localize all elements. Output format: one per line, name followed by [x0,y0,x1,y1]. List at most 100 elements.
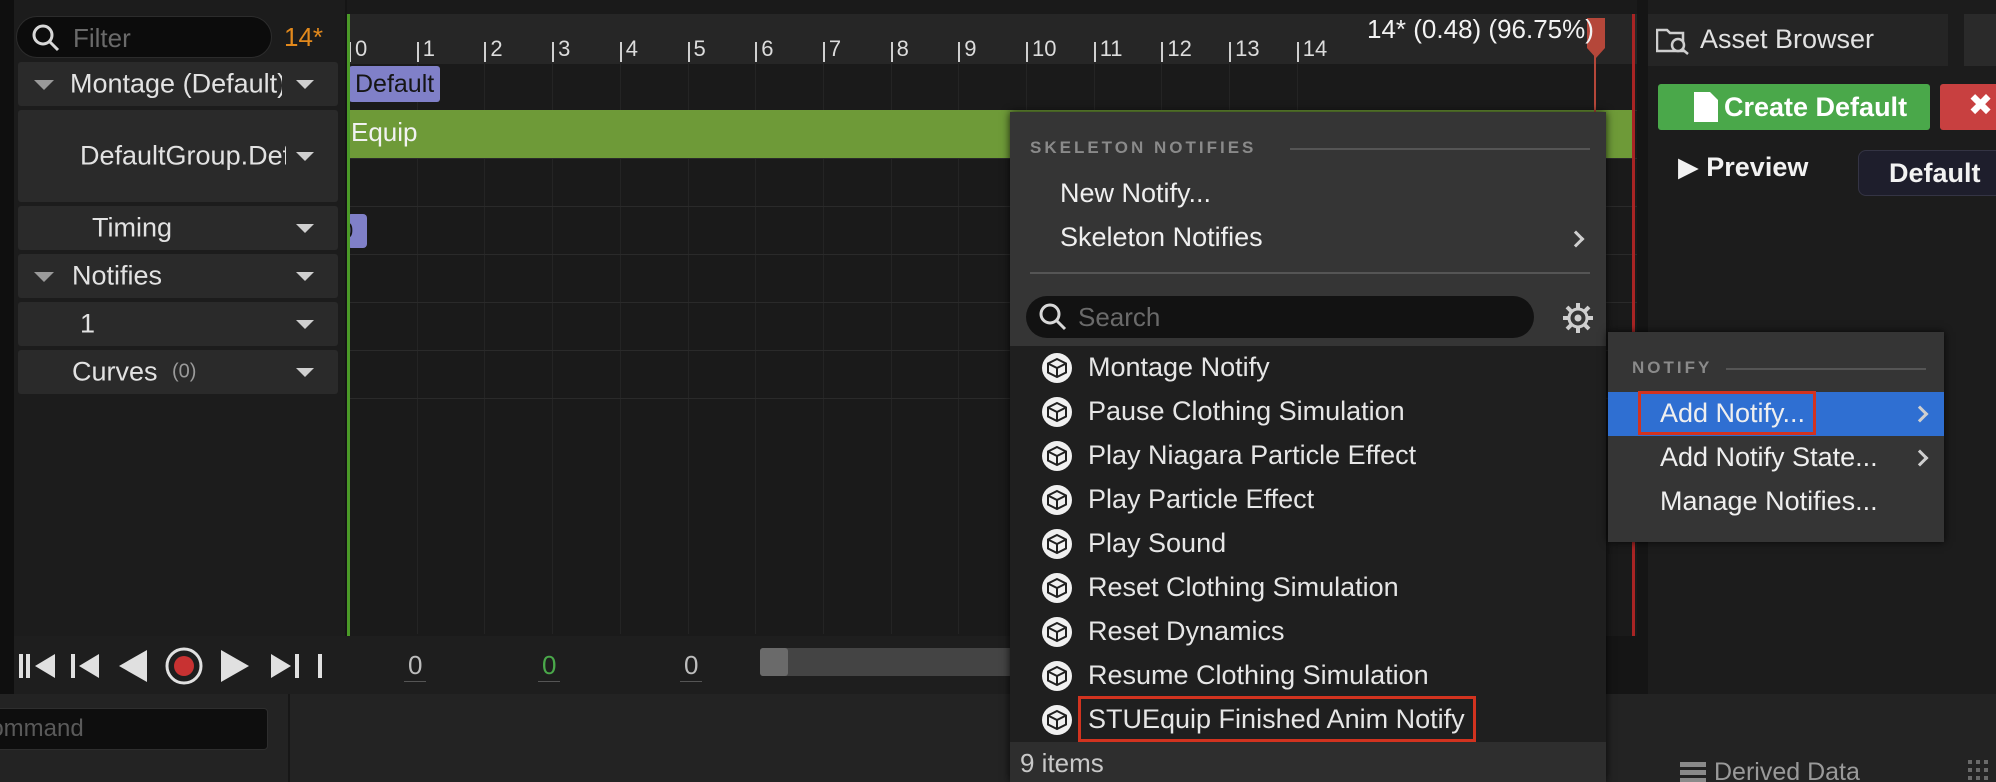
list-item[interactable]: Reset Clothing Simulation [1010,566,1606,610]
track-label: DefaultGroup.DefaultSlot [80,140,286,171]
menu-divider [1726,368,1926,370]
play-reverse-button[interactable] [114,646,154,686]
list-item[interactable]: Montage Notify [1010,346,1606,390]
step-forward-icon [271,654,299,678]
record-button[interactable] [164,646,204,686]
filter-input[interactable]: Filter [16,16,272,58]
search-placeholder: Search [1078,302,1161,332]
list-item-label: Reset Clothing Simulation [1088,572,1399,602]
list-item-label: Pause Clothing Simulation [1088,396,1405,426]
add-notify-state-item[interactable]: Add Notify State... [1608,436,1944,480]
default-section-button[interactable]: Default [1858,150,1996,196]
collapse-arrow-icon[interactable] [34,272,54,282]
ruler-tick [755,42,758,62]
ruler-tick-label: 12 [1167,36,1192,61]
montage-section-label[interactable]: Default [349,66,441,102]
close-icon: ✖ [1968,89,1994,122]
chevron-down-icon[interactable] [296,224,314,233]
list-item-label: Reset Dynamics [1088,616,1285,646]
ruler-tick [890,42,893,62]
chevron-down-icon[interactable] [296,152,314,161]
menu-section-header: SKELETON NOTIFIES [1030,138,1257,157]
track-row-notifies[interactable]: Notifies [18,254,338,298]
panel-edge [0,0,14,700]
segment-label: Equip [351,117,418,147]
ruler-tick-label: 3 [558,36,571,61]
chevron-right-icon [1911,449,1929,467]
frame-count-badge: 14* [284,22,324,52]
ruler-tick-label: 9 [964,36,977,61]
tab-overflow[interactable] [1964,14,1996,66]
track-label: Montage (Default) [70,68,282,99]
start-frame-field[interactable]: 0 [404,650,427,682]
ruler-tick [1229,42,1232,62]
manage-notifies-label: Manage Notifies... [1660,486,1878,516]
skeleton-notifies-item[interactable]: Skeleton Notifies [1060,222,1263,253]
skip-to-end-button[interactable] [310,646,330,686]
list-item[interactable]: Play Particle Effect [1010,478,1606,522]
create-default-button[interactable]: Create Default [1658,84,1930,130]
ruler-tick [619,42,622,62]
notify-marker[interactable]: 0 [347,214,367,248]
tab-asset-browser[interactable]: Asset Browser [1648,14,1948,66]
track-row-timing[interactable]: Timing [18,206,338,250]
database-icon [1680,762,1706,782]
ruler-tick-label: 0 [355,36,368,61]
ruler-tick-label: 6 [761,36,774,61]
step-back-button[interactable] [66,646,106,686]
menu-divider [1030,272,1590,274]
ruler-tick-label: 11 [1099,36,1123,61]
preview-button[interactable]: ▶ Preview [1678,152,1808,183]
document-icon [1694,92,1718,122]
list-item[interactable]: Pause Clothing Simulation [1010,390,1606,434]
command-input[interactable]: Command [0,708,268,750]
chevron-down-icon[interactable] [296,368,314,377]
manage-notifies-item[interactable]: Manage Notifies... [1608,480,1944,524]
ruler-tick [958,42,961,62]
list-item[interactable]: Play Sound [1010,522,1606,566]
ruler-tick-label: 2 [490,36,503,61]
track-row-notify-1[interactable]: 1 [18,302,338,346]
ruler-tick-label: 14 [1302,36,1328,61]
ruler-tick [552,42,555,62]
collapse-arrow-icon[interactable] [34,80,54,90]
track-label: Notifies [72,260,163,291]
ruler-tick [416,42,419,62]
play-button[interactable] [216,646,256,686]
ruler-tick-label: 13 [1235,36,1260,61]
scrollbar-thumb[interactable] [760,648,788,676]
skip-to-start-button[interactable] [18,646,58,686]
notify-search-input[interactable]: Search [1026,296,1534,338]
skip-end-icon [318,654,322,678]
add-notify-item[interactable]: Add Notify... [1608,391,1944,436]
track-row-montage[interactable]: Montage (Default) [18,62,338,106]
chevron-down-icon[interactable] [296,272,314,281]
list-item[interactable]: Resume Clothing Simulation [1010,654,1606,698]
filter-placeholder: Filter [73,23,131,53]
ruler-tick [822,42,825,62]
list-item[interactable]: Play Niagara Particle Effect [1010,434,1606,478]
step-forward-button[interactable] [264,646,304,686]
current-frame-field[interactable]: 0 [538,650,561,682]
list-item-stuequip[interactable]: STUEquip Finished Anim Notify [1010,696,1606,742]
new-notify-item[interactable]: New Notify... [1060,178,1211,209]
gear-icon[interactable] [1562,302,1594,334]
end-frame-field[interactable]: 0 [680,650,703,682]
blueprint-class-icon [1042,353,1072,383]
list-item[interactable]: Reset Dynamics [1010,610,1606,654]
list-item-label: Play Niagara Particle Effect [1088,440,1417,470]
submenu-section-header: NOTIFY [1632,358,1713,377]
create-default-label: Create Default [1724,92,1908,122]
ruler-tick [1161,42,1164,62]
chevron-down-icon[interactable] [296,320,314,329]
track-row-curves[interactable]: Curves (0) [18,350,338,394]
time-readout: 14* (0.48) (96.75%) [1367,14,1594,44]
menu-divider [1290,148,1590,150]
play-reverse-icon [119,650,147,682]
track-panel: Filter 14* Montage (Default) DefaultGrou… [0,0,345,700]
track-row-slot[interactable]: DefaultGroup.DefaultSlot [18,110,338,202]
delete-button[interactable]: ✖ [1940,84,1996,130]
chevron-down-icon[interactable] [296,80,314,89]
grip-icon [1968,760,1988,780]
record-icon [165,647,203,685]
